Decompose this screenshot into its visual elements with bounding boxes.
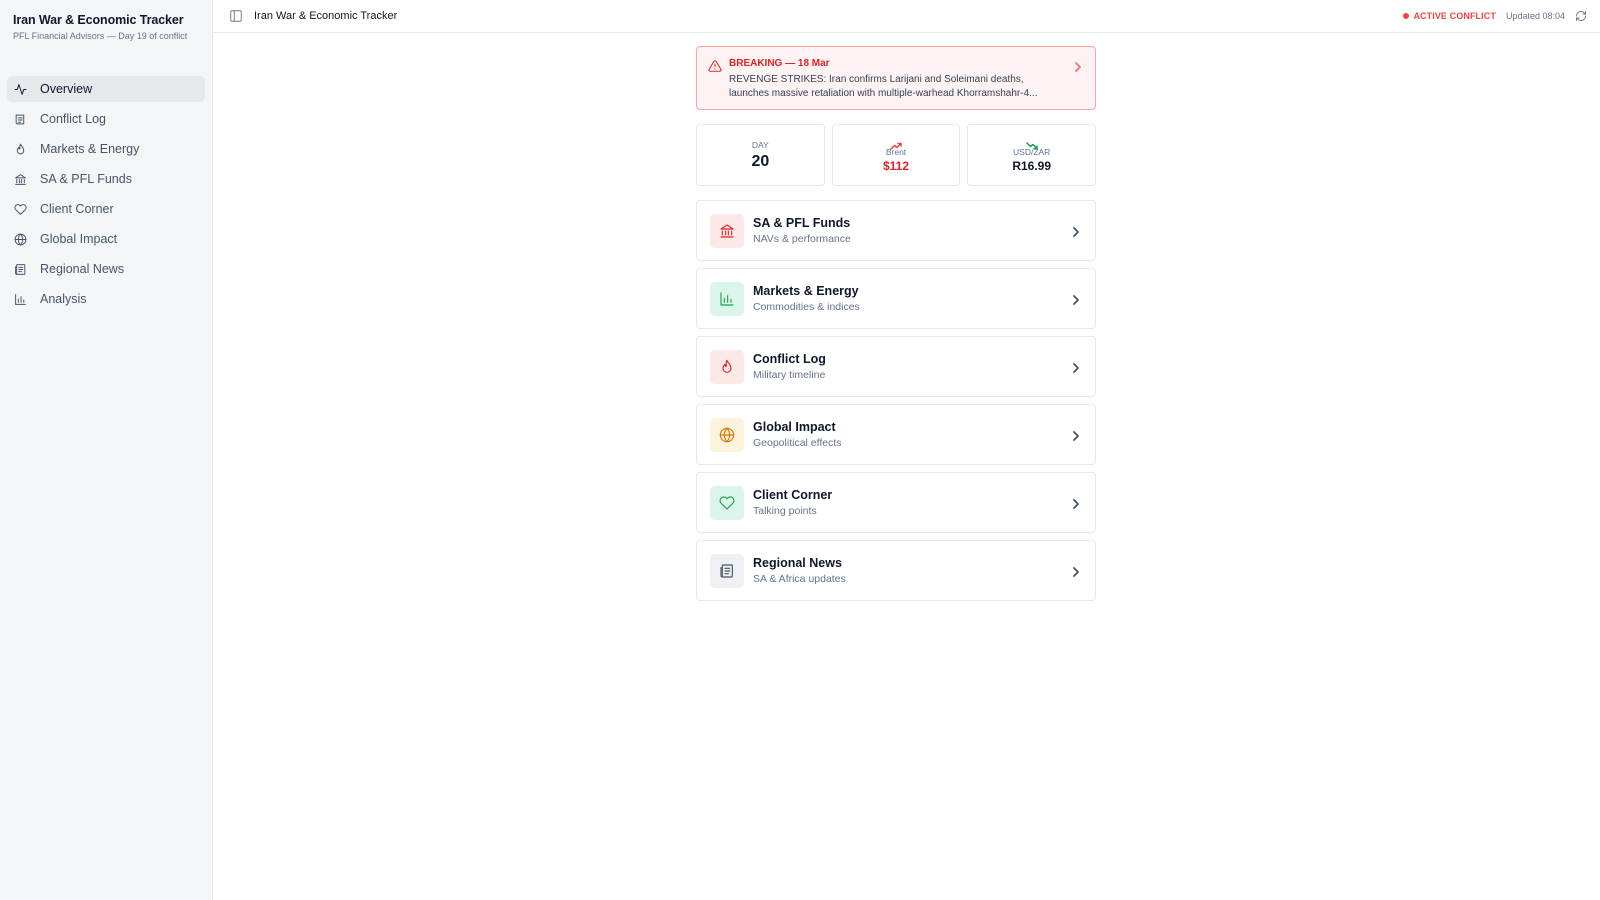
activity-icon — [14, 83, 27, 96]
card-text: Regional News SA & Africa updates — [753, 556, 1071, 585]
sidebar: Iran War & Economic Tracker PFL Financia… — [0, 0, 213, 900]
chevron-right-icon — [1071, 293, 1081, 305]
sidebar-item-overview[interactable]: Overview — [7, 76, 205, 102]
card-subtitle: SA & Africa updates — [753, 573, 846, 585]
sidebar-toggle-icon[interactable] — [229, 9, 243, 23]
brent-value: $112 — [882, 159, 910, 173]
card-title: Global Impact — [753, 420, 836, 434]
sidebar-nav: Overview Conflict Log Markets & Energy S… — [0, 74, 212, 318]
bar-chart-icon — [710, 281, 744, 316]
alert-body: BREAKING — 18 Mar REVENGE STRIKES: Iran … — [729, 58, 1065, 109]
usdzar-label: USD/ZAR — [1013, 147, 1051, 157]
trending-up-icon — [890, 137, 902, 150]
brent-stat: Brent $112 — [831, 124, 961, 186]
stats-row: DAY 20 Brent $112 USD/ZAR R16.99 — [696, 124, 1097, 186]
card-title: Regional News — [753, 556, 842, 570]
log-icon — [14, 113, 27, 126]
usdzar-stat: USD/ZAR R16.99 — [967, 124, 1097, 186]
sidebar-item-label: Markets & Energy — [40, 142, 140, 156]
card-subtitle: NAVs & performance — [753, 233, 851, 245]
usdzar-value: R16.99 — [1012, 159, 1052, 173]
card-conflict-log[interactable]: Conflict Log Military timeline — [696, 336, 1096, 397]
warning-icon — [708, 59, 722, 73]
sidebar-item-label: Regional News — [40, 262, 125, 276]
page-title: Iran War & Economic Tracker — [254, 10, 398, 22]
sidebar-item-label: Global Impact — [40, 232, 118, 246]
newspaper-icon — [710, 553, 744, 588]
sidebar-item-analysis[interactable]: Analysis — [7, 286, 205, 312]
card-regional-news[interactable]: Regional News SA & Africa updates — [696, 540, 1096, 601]
card-title: Conflict Log — [753, 352, 826, 366]
card-title: Markets & Energy — [753, 284, 859, 298]
chevron-right-icon — [1071, 225, 1081, 237]
updated-time: Updated 08:04 — [1505, 11, 1565, 21]
newspaper-icon — [14, 263, 27, 276]
sidebar-item-label: Client Corner — [40, 202, 114, 216]
topbar-status: ACTIVE CONFLICT Updated 08:04 — [1403, 10, 1587, 22]
sidebar-item-label: Conflict Log — [40, 112, 107, 126]
alert-title: BREAKING — 18 Mar — [729, 58, 830, 69]
card-markets-energy[interactable]: Markets & Energy Commodities & indices — [696, 268, 1096, 329]
status-badge: ACTIVE CONFLICT — [1403, 11, 1496, 21]
main-area: Iran War & Economic Tracker ACTIVE CONFL… — [213, 0, 1600, 900]
sidebar-item-label: Overview — [40, 82, 93, 96]
refresh-icon[interactable] — [1575, 10, 1587, 22]
day-stat: DAY 20 — [696, 124, 825, 186]
status-text: ACTIVE CONFLICT — [1413, 11, 1496, 21]
app-title: Iran War & Economic Tracker — [13, 13, 184, 27]
sidebar-item-label: Analysis — [40, 292, 87, 306]
overview-content: BREAKING — 18 Mar REVENGE STRIKES: Iran … — [696, 46, 1097, 608]
globe-icon — [14, 233, 27, 246]
brent-label: Brent — [885, 147, 907, 157]
flame-icon — [710, 349, 744, 384]
card-sa-pfl-funds[interactable]: SA & PFL Funds NAVs & performance — [696, 200, 1096, 261]
chevron-right-icon — [1071, 361, 1081, 373]
card-text: Conflict Log Military timeline — [753, 352, 1071, 381]
status-dot — [1403, 13, 1410, 19]
sidebar-item-regional-news[interactable]: Regional News — [7, 256, 205, 282]
card-text: Global Impact Geopolitical effects — [753, 420, 1071, 449]
trending-down-icon — [1025, 137, 1038, 150]
day-value: 20 — [751, 152, 770, 170]
bank-icon — [14, 173, 27, 186]
card-title: SA & PFL Funds — [753, 216, 851, 230]
sidebar-item-markets-energy[interactable]: Markets & Energy — [7, 136, 205, 162]
card-global-impact[interactable]: Global Impact Geopolitical effects — [696, 404, 1096, 465]
breaking-alert[interactable]: BREAKING — 18 Mar REVENGE STRIKES: Iran … — [696, 46, 1096, 110]
chevron-right-icon — [1071, 497, 1081, 509]
card-title: Client Corner — [753, 488, 833, 502]
card-subtitle: Geopolitical effects — [753, 437, 842, 449]
sidebar-item-label: SA & PFL Funds — [40, 172, 132, 186]
card-text: SA & PFL Funds NAVs & performance — [753, 216, 1071, 245]
heart-icon — [710, 485, 744, 520]
card-subtitle: Commodities & indices — [753, 301, 860, 313]
card-text: Client Corner Talking points — [753, 488, 1071, 517]
flame-icon — [14, 143, 27, 156]
chevron-right-icon — [1073, 60, 1083, 109]
sidebar-item-global-impact[interactable]: Global Impact — [7, 226, 205, 252]
sidebar-item-client-corner[interactable]: Client Corner — [7, 196, 205, 222]
alert-text: REVENGE STRIKES: Iran confirms Larijani … — [729, 74, 1038, 99]
brand: Iran War & Economic Tracker PFL Financia… — [0, 0, 212, 74]
card-subtitle: Talking points — [753, 505, 817, 517]
chevron-right-icon — [1071, 565, 1081, 577]
section-cards: SA & PFL Funds NAVs & performance Market… — [696, 200, 1096, 601]
sidebar-item-conflict-log[interactable]: Conflict Log — [7, 106, 205, 132]
card-subtitle: Military timeline — [753, 369, 826, 381]
sidebar-item-sa-pfl-funds[interactable]: SA & PFL Funds — [7, 166, 205, 192]
bank-icon — [710, 213, 744, 248]
chevron-right-icon — [1071, 429, 1081, 441]
day-label: DAY — [751, 139, 769, 150]
card-text: Markets & Energy Commodities & indices — [753, 284, 1071, 313]
globe-icon — [710, 417, 744, 452]
app-subtitle: PFL Financial Advisors — Day 19 of confl… — [13, 31, 188, 41]
topbar: Iran War & Economic Tracker ACTIVE CONFL… — [213, 0, 1600, 33]
card-client-corner[interactable]: Client Corner Talking points — [696, 472, 1096, 533]
heart-icon — [14, 203, 27, 216]
bar-chart-icon — [14, 293, 27, 306]
